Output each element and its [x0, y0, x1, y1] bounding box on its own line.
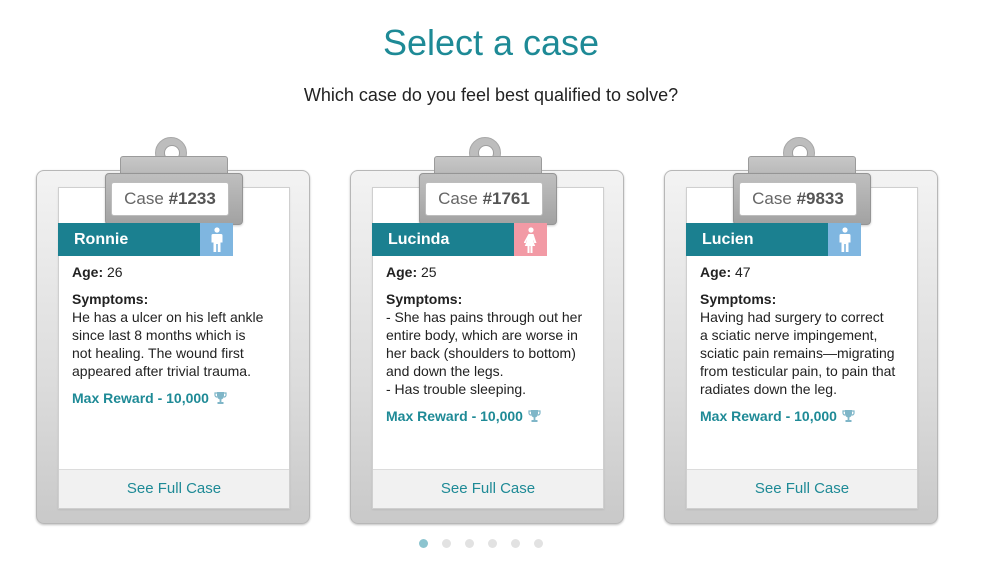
- age-label: Age:: [386, 264, 418, 280]
- case-number-label: Case #1761: [425, 182, 543, 216]
- symptoms-text: He has a ulcer on his left ankle since la…: [72, 308, 284, 380]
- case-number: #9833: [796, 189, 844, 208]
- case-details: Age: 26 Symptoms: He has a ulcer on his …: [72, 263, 284, 407]
- symptoms-label: Symptoms:: [72, 291, 149, 307]
- symptoms-label: Symptoms:: [700, 291, 777, 307]
- symptoms-label: Symptoms:: [386, 291, 463, 307]
- clipboard-clip: Case #1761: [419, 173, 557, 225]
- case-number: #1233: [168, 189, 216, 208]
- case-prefix: Case: [752, 189, 797, 208]
- case-details: Age: 25 Symptoms: - She has pains throug…: [386, 263, 598, 425]
- age-row: Age: 25: [386, 263, 598, 281]
- patient-name: Ronnie: [58, 223, 200, 256]
- reward-text: Max Reward - 10,000: [72, 390, 209, 406]
- symptom-line: appeared after trivial trauma.: [72, 363, 251, 379]
- age-value: 25: [421, 264, 437, 280]
- symptoms-text: Having had surgery to correct a sciatic n…: [700, 308, 912, 398]
- male-person-icon: [200, 223, 233, 256]
- age-row: Age: 26: [72, 263, 284, 281]
- symptom-line: not healing. The wound first: [72, 345, 244, 361]
- pagination-dot[interactable]: [442, 539, 451, 548]
- symptom-line: from testicular pain, to pain that: [700, 363, 896, 379]
- max-reward: Max Reward - 10,000: [72, 389, 284, 407]
- symptom-line: radiates down the leg.: [700, 381, 837, 397]
- symptom-line: a sciatic nerve impingement,: [700, 327, 878, 343]
- age-label: Age:: [72, 264, 104, 280]
- reward-text: Max Reward - 10,000: [386, 408, 523, 424]
- age-label: Age:: [700, 264, 732, 280]
- symptom-line: her back (shoulders to bottom): [386, 345, 576, 361]
- see-full-case-button[interactable]: See Full Case: [687, 469, 917, 508]
- symptom-line: - Has trouble sleeping.: [386, 381, 527, 397]
- age-row: Age: 47: [700, 263, 912, 281]
- symptom-line: - She has pains through out her: [386, 309, 583, 325]
- pagination-dot[interactable]: [488, 539, 497, 548]
- trophy-icon: [214, 392, 227, 404]
- symptom-line: entire body, which are worse in: [386, 327, 578, 343]
- pagination-dot[interactable]: [511, 539, 520, 548]
- pagination-dot[interactable]: [534, 539, 543, 548]
- case-number-label: Case #9833: [739, 182, 857, 216]
- age-value: 47: [735, 264, 751, 280]
- patient-name: Lucinda: [372, 223, 514, 256]
- clipboard-clip: Case #9833: [733, 173, 871, 225]
- age-value: 26: [107, 264, 123, 280]
- max-reward: Max Reward - 10,000: [700, 407, 912, 425]
- case-card[interactable]: Case #1233 Ronnie Age: 26 Symptoms: He h…: [36, 137, 310, 524]
- see-full-case-button[interactable]: See Full Case: [373, 469, 603, 508]
- female-person-icon: [514, 223, 547, 256]
- pagination-dots: [419, 539, 543, 548]
- max-reward: Max Reward - 10,000: [386, 407, 598, 425]
- symptom-line: sciatic pain remains—migrating: [700, 345, 895, 361]
- case-number-label: Case #1233: [111, 182, 229, 216]
- clipboard-clip: Case #1233: [105, 173, 243, 225]
- trophy-icon: [842, 410, 855, 422]
- case-card[interactable]: Case #9833 Lucien Age: 47 Symptoms: Havi…: [664, 137, 938, 524]
- patient-name: Lucien: [686, 223, 828, 256]
- pagination-dot[interactable]: [419, 539, 428, 548]
- symptom-line: Having had surgery to correct: [700, 309, 884, 325]
- pagination-dot[interactable]: [465, 539, 474, 548]
- symptom-line: and down the legs.: [386, 363, 504, 379]
- page-title: Select a case: [382, 22, 600, 63]
- symptoms-text: - She has pains through out her entire bo…: [386, 308, 598, 398]
- symptom-line: He has a ulcer on his left ankle: [72, 309, 264, 325]
- case-details: Age: 47 Symptoms: Having had surgery to …: [700, 263, 912, 425]
- reward-text: Max Reward - 10,000: [700, 408, 837, 424]
- page-subtitle: Which case do you feel best qualified to…: [303, 85, 679, 105]
- trophy-icon: [528, 410, 541, 422]
- male-person-icon: [828, 223, 861, 256]
- symptom-line: since last 8 months which is: [72, 327, 246, 343]
- case-prefix: Case: [124, 189, 169, 208]
- case-number: #1761: [482, 189, 530, 208]
- case-prefix: Case: [438, 189, 483, 208]
- see-full-case-button[interactable]: See Full Case: [59, 469, 289, 508]
- case-card[interactable]: Case #1761 Lucinda Age: 25 Symptoms: - S…: [350, 137, 624, 524]
